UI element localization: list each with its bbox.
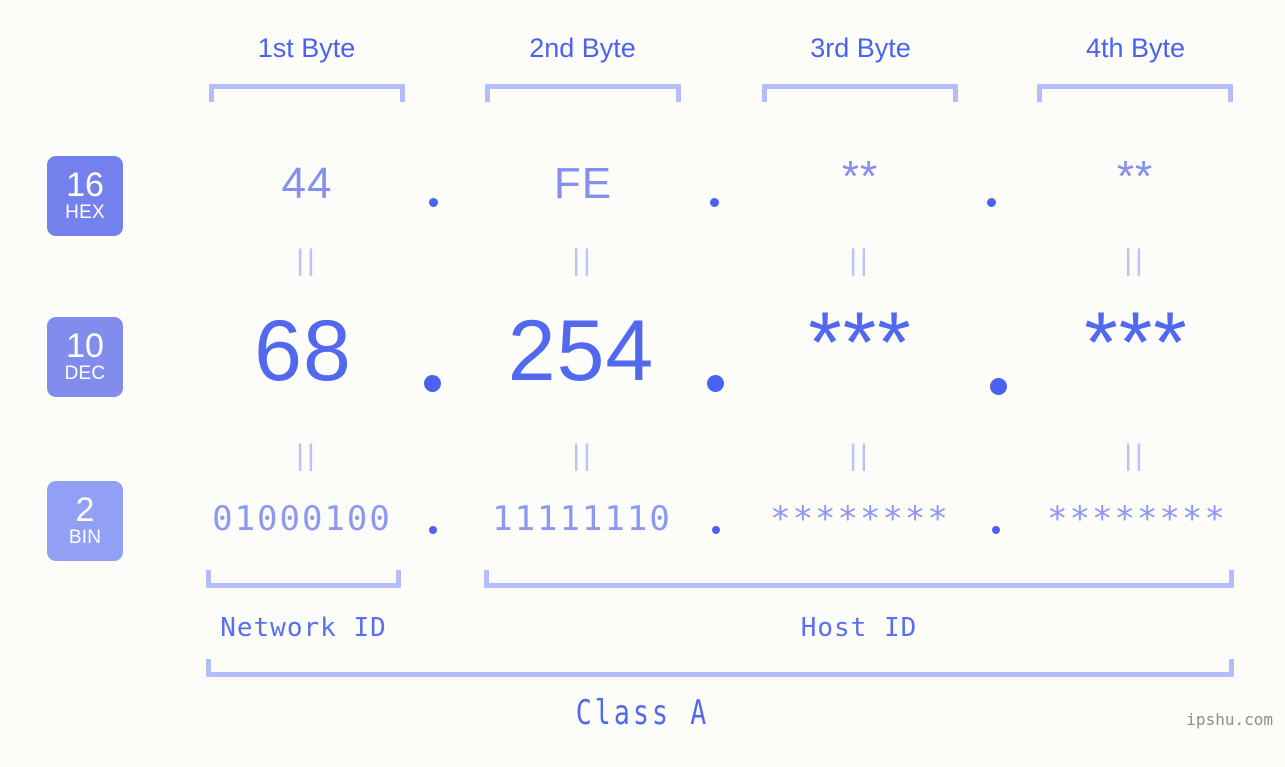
- bin-separator-dot-2: [712, 526, 720, 534]
- equals-separator-hex-dec-1: ||: [296, 244, 318, 277]
- hex-separator-dot-3: [987, 198, 996, 207]
- class-label: Class A: [575, 693, 710, 733]
- base-badge-dec-number: 10: [66, 327, 104, 365]
- base-badge-hex-number: 16: [66, 166, 104, 204]
- equals-separator-hex-dec-4: ||: [1124, 244, 1146, 277]
- dec-separator-dot-2: [707, 375, 724, 392]
- equals-separator-hex-dec-2: ||: [572, 244, 594, 277]
- byte-bracket-3: [762, 84, 958, 102]
- base-badge-hex-label: HEX: [65, 202, 105, 223]
- equals-separator-dec-bin-1: ||: [296, 439, 318, 472]
- equals-separator-hex-dec-3: ||: [849, 244, 871, 277]
- hex-separator-dot-1: [429, 198, 438, 207]
- hex-byte-3: **: [841, 152, 879, 201]
- byte-header-3: 3rd Byte: [810, 33, 911, 63]
- dec-byte-1: 68: [254, 303, 352, 399]
- bin-byte-3: ********: [770, 499, 950, 539]
- hex-byte-4: **: [1116, 152, 1154, 201]
- byte-header-2: 2nd Byte: [529, 33, 636, 63]
- byte-header-1: 1st Byte: [257, 33, 356, 63]
- dec-byte-4: ***: [1084, 295, 1188, 391]
- host-id-bracket: [484, 570, 1234, 588]
- dec-byte-2: 254: [507, 303, 655, 399]
- bin-byte-2: 11111110: [492, 499, 672, 539]
- dec-separator-dot-3: [990, 378, 1007, 395]
- network-id-label: Network ID: [220, 613, 387, 643]
- byte-bracket-1: [209, 84, 405, 102]
- class-bracket: [206, 659, 1234, 677]
- base-badge-bin: 2 BIN: [47, 481, 123, 561]
- network-id-bracket: [206, 570, 401, 588]
- byte-bracket-2: [485, 84, 681, 102]
- base-badge-bin-number: 2: [75, 491, 95, 529]
- hex-byte-1: 44: [281, 159, 333, 208]
- equals-separator-dec-bin-3: ||: [849, 439, 871, 472]
- site-watermark: ipshu.com: [1186, 710, 1273, 729]
- byte-bracket-4: [1037, 84, 1233, 102]
- dec-byte-3: ***: [808, 295, 912, 391]
- host-id-label: Host ID: [800, 613, 918, 643]
- equals-separator-dec-bin-2: ||: [572, 439, 594, 472]
- bin-separator-dot-1: [429, 526, 437, 534]
- ip-byte-breakdown-diagram: 1st Byte 2nd Byte 3rd Byte 4th Byte 16 H…: [0, 0, 1285, 767]
- equals-separator-dec-bin-4: ||: [1124, 439, 1146, 472]
- bin-byte-1: 01000100: [212, 499, 392, 539]
- bin-byte-4: ********: [1047, 499, 1227, 539]
- base-badge-dec: 10 DEC: [47, 317, 123, 397]
- hex-separator-dot-2: [710, 198, 719, 207]
- base-badge-hex: 16 HEX: [47, 156, 123, 236]
- bin-separator-dot-3: [992, 526, 1000, 534]
- base-badge-bin-label: BIN: [68, 527, 102, 548]
- dec-separator-dot-1: [424, 375, 441, 392]
- hex-byte-2: FE: [553, 159, 613, 208]
- base-badge-dec-label: DEC: [64, 363, 106, 384]
- byte-header-4: 4th Byte: [1085, 33, 1186, 63]
